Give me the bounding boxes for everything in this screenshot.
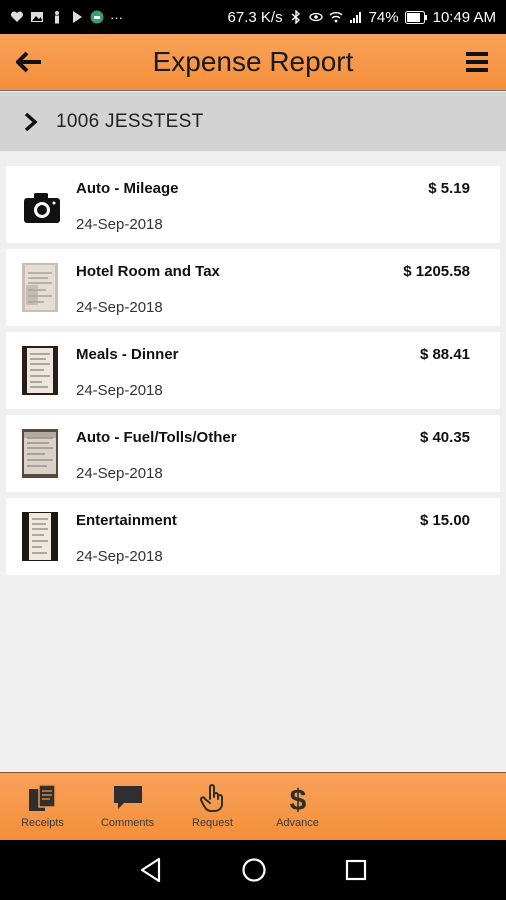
- expense-item[interactable]: Entertainment 24-Sep-2018 $ 15.00: [6, 498, 500, 575]
- expense-title: Entertainment: [76, 512, 177, 529]
- expense-list: Auto - Mileage 24-Sep-2018 $ 5.19 Hotel …: [6, 166, 500, 581]
- hand-icon: [199, 784, 223, 812]
- menu-button[interactable]: [460, 45, 494, 79]
- expense-item[interactable]: Auto - Mileage 24-Sep-2018 $ 5.19: [6, 166, 500, 243]
- hamburger-menu-icon: [466, 52, 488, 72]
- expense-title: Auto - Fuel/Tolls/Other: [76, 429, 237, 446]
- eye-icon: [308, 12, 323, 22]
- expense-item[interactable]: Meals - Dinner 24-Sep-2018 $ 88.41: [6, 332, 500, 409]
- battery-icon: [404, 10, 427, 24]
- report-name: 1006 JESSTEST: [56, 110, 204, 132]
- receipt-image[interactable]: [22, 263, 58, 312]
- expense-title: Meals - Dinner: [76, 346, 179, 363]
- figure-icon: [55, 11, 59, 24]
- play-icon: [73, 11, 82, 23]
- signal-icon: [349, 12, 361, 23]
- tab-advance[interactable]: $ Advance: [255, 773, 340, 840]
- status-notifications: ···: [10, 10, 123, 25]
- expense-amount: $ 1205.58: [403, 263, 470, 280]
- status-bar: ··· 67.3 K/s 74% 10:49 AM: [0, 0, 506, 34]
- tab-label: Advance: [276, 817, 319, 829]
- heart-icon: [10, 11, 24, 22]
- expense-date: 24-Sep-2018: [76, 382, 163, 399]
- bottom-tab-bar: Receipts Comments Request $ Advance: [0, 772, 506, 840]
- tab-label: Comments: [100, 817, 155, 829]
- receipt-image[interactable]: [22, 512, 58, 561]
- expense-item[interactable]: Hotel Room and Tax 24-Sep-2018 $ 1205.58: [6, 249, 500, 326]
- image-icon: [31, 12, 43, 22]
- expense-amount: $ 15.00: [419, 512, 470, 529]
- tab-receipts[interactable]: Receipts: [0, 773, 85, 840]
- expense-amount: $ 88.41: [419, 346, 470, 363]
- expense-date: 24-Sep-2018: [76, 465, 163, 482]
- tab-label: Receipts: [21, 817, 64, 829]
- expense-date: 24-Sep-2018: [76, 216, 163, 233]
- tab-comments[interactable]: Comments: [85, 773, 170, 840]
- expense-date: 24-Sep-2018: [76, 548, 163, 565]
- expense-amount: $ 5.19: [428, 180, 470, 197]
- page-title: Expense Report: [152, 46, 354, 77]
- receipts-icon: [28, 784, 56, 811]
- status-system: 67.3 K/s 74% 10:49 AM: [228, 9, 496, 26]
- receipt-image[interactable]: [22, 429, 58, 478]
- expense-date: 24-Sep-2018: [76, 299, 163, 316]
- back-button[interactable]: [12, 45, 46, 79]
- back-triangle-icon[interactable]: [139, 857, 163, 883]
- network-speed: 67.3 K/s: [227, 8, 283, 26]
- more-notifications-icon: ···: [110, 9, 123, 25]
- app-icon: [90, 10, 104, 24]
- expense-amount: $ 40.35: [419, 429, 470, 446]
- expense-title: Hotel Room and Tax: [76, 263, 220, 280]
- tab-request[interactable]: Request: [170, 773, 255, 840]
- expense-title: Auto - Mileage: [76, 180, 179, 197]
- bluetooth-icon: [291, 10, 300, 24]
- arrow-left-icon: [16, 51, 41, 73]
- tab-label: Request: [192, 817, 233, 829]
- comment-icon: [113, 786, 142, 809]
- chevron-right-icon: [24, 112, 38, 131]
- expense-item[interactable]: Auto - Fuel/Tolls/Other 24-Sep-2018 $ 40…: [6, 415, 500, 492]
- system-nav-bar: [0, 840, 506, 900]
- camera-icon[interactable]: [22, 180, 60, 229]
- battery-percent: 74%: [368, 8, 399, 26]
- recents-square-icon[interactable]: [345, 859, 367, 881]
- dollar-icon: $: [289, 784, 306, 813]
- app-bar: Expense Report: [0, 34, 506, 91]
- report-selector[interactable]: 1006 JESSTEST: [0, 92, 506, 151]
- clock: 10:49 AM: [432, 8, 496, 26]
- svg-text:$: $: [289, 784, 306, 813]
- home-circle-icon[interactable]: [241, 857, 267, 883]
- wifi-icon: [329, 12, 343, 23]
- receipt-image[interactable]: [22, 346, 58, 395]
